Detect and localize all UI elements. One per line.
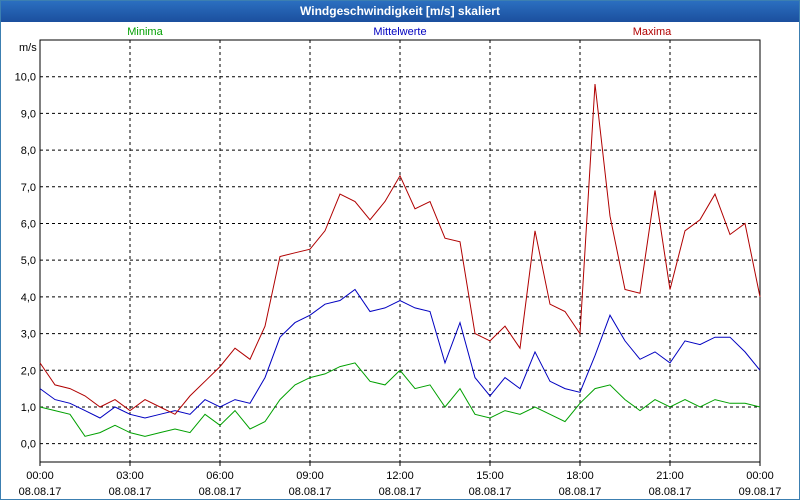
x-tick-time: 12:00 [386,470,414,482]
y-tick-label: 10,0 [15,72,36,84]
y-tick-label: 4,0 [21,292,36,304]
y-tick-label: 6,0 [21,218,36,230]
x-tick-time: 03:00 [116,470,144,482]
x-tick-date: 08.08.17 [559,486,602,498]
grid-lines [40,40,760,462]
x-tick-date: 08.08.17 [19,486,62,498]
x-tick-time: 00:00 [746,470,774,482]
legend-entry-mittelwerte: Mittelwerte [373,26,426,38]
legend-entry-minima: Minima [127,26,163,38]
y-tick-label: 2,0 [21,365,36,377]
y-tick-label: 5,0 [21,255,36,267]
line-chart: m/s 0,0 1,0 2,0 3,0 4,0 5,0 6,0 7,0 8,0 9,0 10,0 0… [15,26,782,498]
y-tick-label: 3,0 [21,329,36,341]
y-tick-label: 8,0 [21,145,36,157]
legend-entry-maxima: Maxima [633,26,672,38]
legend: Minima Mittelwerte Maxima [127,26,672,38]
x-tick-date: 08.08.17 [649,486,692,498]
x-tick-time: 00:00 [26,470,54,482]
y-axis-ticks: 0,0 1,0 2,0 3,0 4,0 5,0 6,0 7,0 8,0 9,0 10,0 [15,72,36,451]
x-tick-date: 08.08.17 [199,486,242,498]
x-tick-date: 09.08.17 [739,486,782,498]
x-tick-time: 09:00 [296,470,324,482]
x-tick-date: 08.08.17 [379,486,422,498]
x-axis-ticks: 00:00 08.08.17 03:00 08.08.17 06:00 08.08.17 0… [19,462,782,498]
x-tick-date: 08.08.17 [109,486,152,498]
y-tick-label: 9,0 [21,108,36,120]
y-tick-label: 0,0 [21,439,36,451]
x-tick-time: 06:00 [206,470,234,482]
x-tick-time: 18:00 [566,470,594,482]
x-tick-time: 15:00 [476,470,504,482]
x-tick-date: 08.08.17 [289,486,332,498]
y-tick-label: 7,0 [21,182,36,194]
y-axis-label: m/s [19,42,37,54]
x-tick-time: 21:00 [656,470,684,482]
y-tick-label: 1,0 [21,402,36,414]
x-tick-date: 08.08.17 [469,486,512,498]
